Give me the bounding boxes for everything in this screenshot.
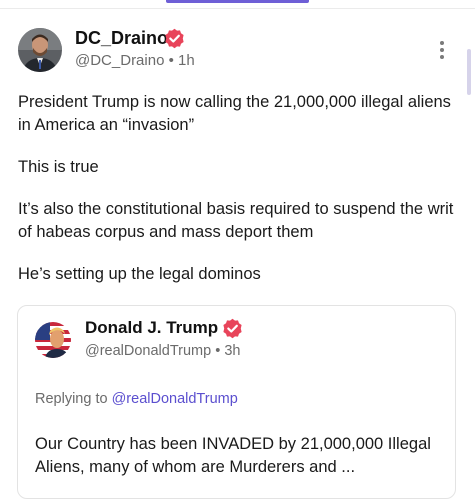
quoted-author-display-name[interactable]: Donald J. Trump — [85, 318, 218, 338]
quoted-post-time: 3h — [224, 343, 241, 359]
quoted-post-text: Our Country has been INVADED by 21,000,0… — [35, 435, 431, 476]
replying-to-label: Replying to — [35, 391, 108, 407]
meta-separator: • — [168, 52, 174, 69]
more-vertical-icon — [432, 41, 452, 59]
author-handle-line: @DC_Draino • 1h — [75, 52, 195, 69]
replying-to-line: Replying to @realDonaldTrump — [35, 391, 238, 407]
verified-badge-icon — [222, 318, 243, 339]
meta-separator: • — [215, 343, 221, 359]
scrollbar-thumb[interactable] — [467, 49, 471, 95]
author-avatar[interactable] — [18, 28, 62, 72]
post-paragraph: It’s also the constitutional basis requi… — [18, 200, 454, 241]
post-paragraph: He’s setting up the legal dominos — [18, 265, 261, 283]
quoted-author-avatar[interactable] — [35, 322, 71, 358]
post-time: 1h — [178, 52, 195, 69]
active-tab-indicator — [166, 0, 309, 3]
quoted-post-card[interactable]: Donald J. Trump @realDonaldTrump • 3h Re… — [17, 305, 456, 499]
quoted-handle-line: @realDonaldTrump • 3h — [85, 343, 240, 359]
post-paragraph: President Trump is now calling the 21,00… — [18, 93, 451, 134]
post-paragraph: This is true — [18, 158, 99, 176]
post-body: President Trump is now calling the 21,00… — [18, 91, 458, 305]
more-options-button[interactable] — [432, 39, 452, 63]
post-card[interactable]: DC_Draino @DC_Draino • 1h President Trum… — [0, 9, 475, 500]
verified-badge-icon — [164, 28, 185, 49]
author-display-name[interactable]: DC_Draino — [75, 28, 168, 49]
replying-to-mention-link[interactable]: @realDonaldTrump — [112, 391, 238, 407]
author-handle[interactable]: @DC_Draino — [75, 52, 164, 69]
quoted-author-handle[interactable]: @realDonaldTrump — [85, 343, 211, 359]
